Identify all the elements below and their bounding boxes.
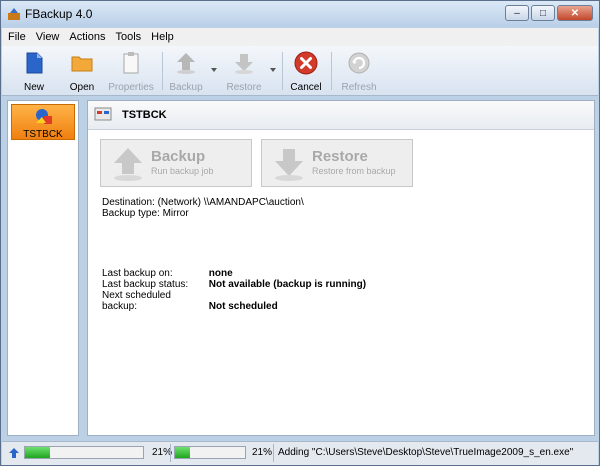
run-backup-button[interactable]: Backup Run backup job <box>100 139 252 187</box>
menu-tools[interactable]: Tools <box>115 31 141 43</box>
last-backup-label: Last backup on: <box>102 268 173 279</box>
job-header: TSTBCK <box>88 101 594 130</box>
toolbar-separator <box>331 52 332 90</box>
open-label: Open <box>69 82 95 93</box>
app-window: FBackup 4.0 – □ ✕ File View Actions Tool… <box>0 0 600 466</box>
job-label: TSTBCK <box>23 129 63 140</box>
window-controls: – □ ✕ <box>505 5 593 21</box>
minimize-button[interactable]: – <box>505 5 529 21</box>
new-label: New <box>23 82 44 93</box>
backup-type-text: Backup type: Mirror <box>102 208 189 219</box>
menu-bar: File View Actions Tools Help <box>2 28 598 46</box>
status-message: Adding "C:\Users\Steve\Desktop\Steve\Tru… <box>278 447 574 458</box>
close-button[interactable]: ✕ <box>557 5 593 21</box>
run-backup-subtitle: Run backup job <box>151 166 214 176</box>
toolbar-separator <box>162 52 163 90</box>
overall-progress-text: 21% <box>152 447 173 458</box>
restore-arrow-icon <box>235 54 253 74</box>
toolbar: New Open Properties Backup Restore Cance… <box>2 46 598 96</box>
file-progress-bar <box>174 446 246 459</box>
menu-view[interactable]: View <box>36 31 60 43</box>
next-scheduled-value: Not scheduled <box>208 301 278 312</box>
overall-progress-bar <box>24 446 144 459</box>
cancel-label: Cancel <box>290 82 322 93</box>
refresh-icon <box>348 52 370 74</box>
refresh-button[interactable]: Refresh <box>337 48 381 94</box>
cancel-icon <box>294 51 318 75</box>
menu-file[interactable]: File <box>8 31 26 43</box>
status-bar: 21% 21% Adding "C:\Users\Steve\Desktop\S… <box>2 441 598 465</box>
cancel-button[interactable]: Cancel <box>286 48 326 94</box>
new-document-icon <box>26 52 43 74</box>
restore-arrow-icon <box>275 149 303 181</box>
job-details-panel: TSTBCK Backup Run backup job Restore Res… <box>87 100 595 436</box>
overall-progress-fill <box>25 447 50 458</box>
jobs-panel: TSTBCK <box>7 100 79 436</box>
upload-arrow-icon <box>9 448 19 458</box>
folder-icon <box>71 56 93 72</box>
run-restore-button[interactable]: Restore Restore from backup <box>261 139 413 187</box>
job-header-icon <box>94 107 112 121</box>
maximize-button[interactable]: □ <box>531 5 555 21</box>
app-icon <box>8 8 20 20</box>
restore-button[interactable]: Restore <box>224 48 264 94</box>
backup-arrow-icon <box>114 148 142 181</box>
next-scheduled-row: Next scheduled backup: Not scheduled <box>102 290 278 312</box>
file-progress-fill <box>175 447 190 458</box>
backup-arrow-icon <box>177 53 195 74</box>
restore-label: Restore <box>226 82 262 93</box>
backup-label: Backup <box>169 82 203 93</box>
run-restore-title: Restore <box>312 148 368 165</box>
last-status-row: Last backup status: Not available (backu… <box>102 279 366 290</box>
run-backup-title: Backup <box>151 148 206 165</box>
file-progress-text: 21% <box>252 447 273 458</box>
toolbar-separator <box>282 52 283 90</box>
destination-text: Destination: (Network) \\AMANDAPC\auctio… <box>102 197 304 208</box>
open-button[interactable]: Open <box>62 48 102 94</box>
window-title: FBackup 4.0 <box>25 7 93 21</box>
last-status-value: Not available (backup is running) <box>208 279 367 290</box>
properties-icon <box>123 52 139 74</box>
job-title: TSTBCK <box>122 109 167 121</box>
properties-label: Properties <box>108 82 154 93</box>
last-backup-value: none <box>208 268 233 279</box>
backup-dropdown-icon[interactable] <box>211 68 217 72</box>
status-separator <box>273 444 274 462</box>
job-item-tstbck[interactable]: TSTBCK <box>11 104 75 140</box>
menu-actions[interactable]: Actions <box>69 31 105 43</box>
properties-button[interactable]: Properties <box>106 48 156 94</box>
menu-help[interactable]: Help <box>151 31 174 43</box>
last-backup-row: Last backup on: none <box>102 268 233 279</box>
restore-dropdown-icon[interactable] <box>270 68 276 72</box>
last-status-label: Last backup status: <box>102 279 189 290</box>
new-button[interactable]: New <box>14 48 54 94</box>
status-separator <box>170 444 171 462</box>
next-scheduled-label: Next scheduled backup: <box>102 290 171 312</box>
refresh-label: Refresh <box>341 82 377 93</box>
backup-button[interactable]: Backup <box>166 48 206 94</box>
title-bar: FBackup 4.0 – □ ✕ <box>1 1 599 27</box>
job-icon <box>36 109 52 124</box>
run-restore-subtitle: Restore from backup <box>312 166 396 176</box>
